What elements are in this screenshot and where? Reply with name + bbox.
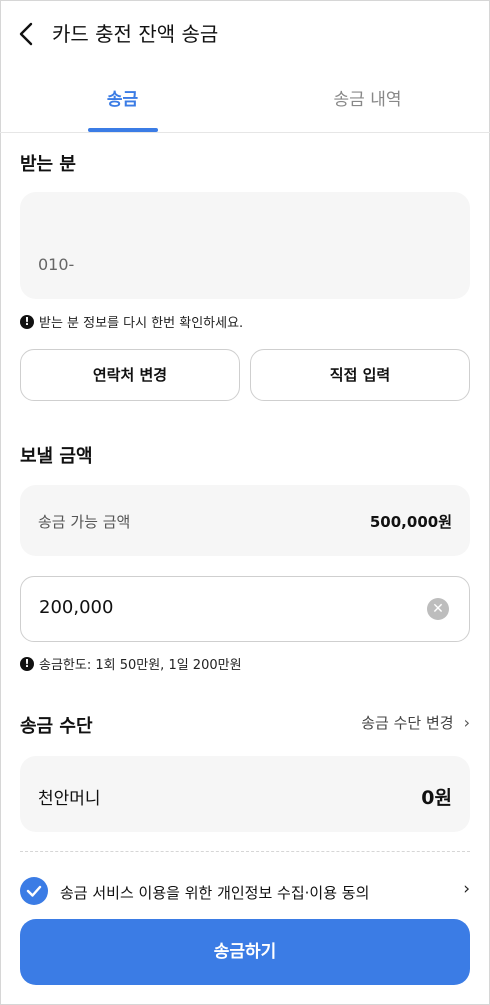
chevron-left-icon xyxy=(19,22,33,46)
page-title: 카드 충전 잔액 송금 xyxy=(52,22,219,46)
agreement-row[interactable]: 송금 서비스 이용을 위한 개인정보 수집·이용 동의 › xyxy=(20,877,470,907)
exclamation-icon: ! xyxy=(20,314,34,329)
method-change-link[interactable]: 송금 수단 변경 › xyxy=(361,712,470,733)
payment-method-box: 천안머니 0원 xyxy=(20,756,470,832)
back-button[interactable] xyxy=(14,20,42,48)
amount-input-value: 200,000 xyxy=(39,597,114,618)
tab-bar: 송금 송금 내역 xyxy=(0,68,490,133)
contact-change-button[interactable]: 연락처 변경 xyxy=(20,349,240,401)
chevron-right-icon: › xyxy=(463,713,470,732)
direct-input-button[interactable]: 직접 입력 xyxy=(250,349,470,401)
available-amount-label: 송금 가능 금액 xyxy=(38,513,131,531)
app-header: 카드 충전 잔액 송금 xyxy=(0,0,490,68)
tab-transfer-history[interactable]: 송금 내역 xyxy=(245,68,490,132)
phone-placeholder: 010- xyxy=(38,255,75,274)
agreement-label: 송금 서비스 이용을 위한 개인정보 수집·이용 동의 xyxy=(60,884,370,902)
checkmark-icon xyxy=(26,885,42,897)
amount-input[interactable]: 200,000 ✕ xyxy=(20,576,470,642)
amount-section-label: 보낼 금액 xyxy=(20,446,93,467)
recipient-section-label: 받는 분 xyxy=(20,154,76,175)
recipient-notice: ! 받는 분 정보를 다시 한번 확인하세요. xyxy=(20,312,243,331)
active-tab-indicator xyxy=(88,128,158,132)
phone-input-field[interactable]: 010- xyxy=(20,192,470,299)
available-amount-box: 송금 가능 금액 500,000원 xyxy=(20,485,470,556)
submit-transfer-button[interactable]: 송금하기 xyxy=(20,919,470,985)
limit-notice-text: 송금한도: 1회 50만원, 1일 200만원 xyxy=(39,658,242,673)
clear-icon[interactable]: ✕ xyxy=(427,598,449,620)
tab-transfer[interactable]: 송금 xyxy=(0,68,245,132)
chevron-right-icon[interactable]: › xyxy=(463,879,470,899)
recipient-notice-text: 받는 분 정보를 다시 한번 확인하세요. xyxy=(39,316,244,331)
payment-method-balance: 0원 xyxy=(421,787,452,809)
exclamation-icon: ! xyxy=(20,656,34,671)
divider xyxy=(20,851,470,852)
limit-notice: ! 송금한도: 1회 50만원, 1일 200만원 xyxy=(20,654,242,673)
payment-method-name: 천안머니 xyxy=(38,789,101,809)
check-circle-icon[interactable] xyxy=(20,877,48,905)
method-change-label: 송금 수단 변경 xyxy=(361,714,454,732)
method-section-label: 송금 수단 xyxy=(20,716,93,737)
available-amount-value: 500,000원 xyxy=(369,513,452,531)
